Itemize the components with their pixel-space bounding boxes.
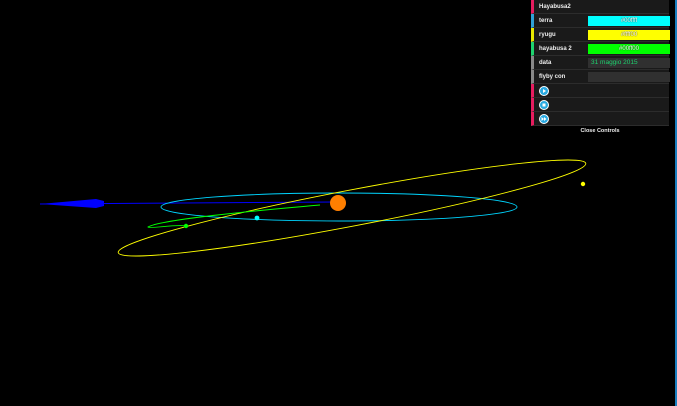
hayabusa2-color-row[interactable]: hayabusa 2 #00ff00 [531, 42, 670, 56]
flyby-label: flyby con [539, 74, 566, 80]
terra-color-swatch[interactable]: #00ffff [588, 16, 670, 26]
stop-icon[interactable] [539, 100, 549, 110]
panel-title: Hayabusa2 [539, 4, 571, 10]
controls-panel[interactable]: Hayabusa2 terra #00ffff ryugu #ffff00 ha… [531, 0, 670, 136]
flyby-field[interactable] [588, 72, 670, 82]
fast-forward-row[interactable] [531, 112, 669, 126]
panel-title-row[interactable]: Hayabusa2 [531, 0, 669, 14]
hayabusa2-color-swatch[interactable]: #00ff00 [588, 44, 670, 54]
axis-arrowhead [40, 199, 104, 208]
flyby-row[interactable]: flyby con [531, 70, 670, 84]
close-controls-button[interactable]: Close Controls [531, 126, 669, 136]
ryugu-orbit [117, 159, 587, 257]
play-icon[interactable] [539, 86, 549, 96]
stop-row[interactable] [531, 98, 669, 112]
hayabusa2-trajectory [147, 204, 321, 228]
date-field[interactable]: 31 maggio 2015 [588, 58, 670, 68]
date-label: data [539, 60, 552, 66]
fast-forward-icon[interactable] [539, 114, 549, 124]
terra-color-row[interactable]: terra #00ffff [531, 14, 670, 28]
sun [330, 195, 346, 211]
ryugu-color-swatch[interactable]: #ffff00 [588, 30, 670, 40]
hayabusa2-label: hayabusa 2 [539, 46, 572, 52]
ryugu-label: ryugu [539, 32, 556, 38]
date-row[interactable]: data 31 maggio 2015 [531, 56, 670, 70]
hayabusa2-marker [183, 223, 189, 229]
play-row[interactable] [531, 84, 669, 98]
ryugu-color-row[interactable]: ryugu #ffff00 [531, 28, 670, 42]
ryugu-marker [580, 181, 586, 187]
earth-marker [254, 215, 260, 221]
terra-label: terra [539, 18, 553, 24]
